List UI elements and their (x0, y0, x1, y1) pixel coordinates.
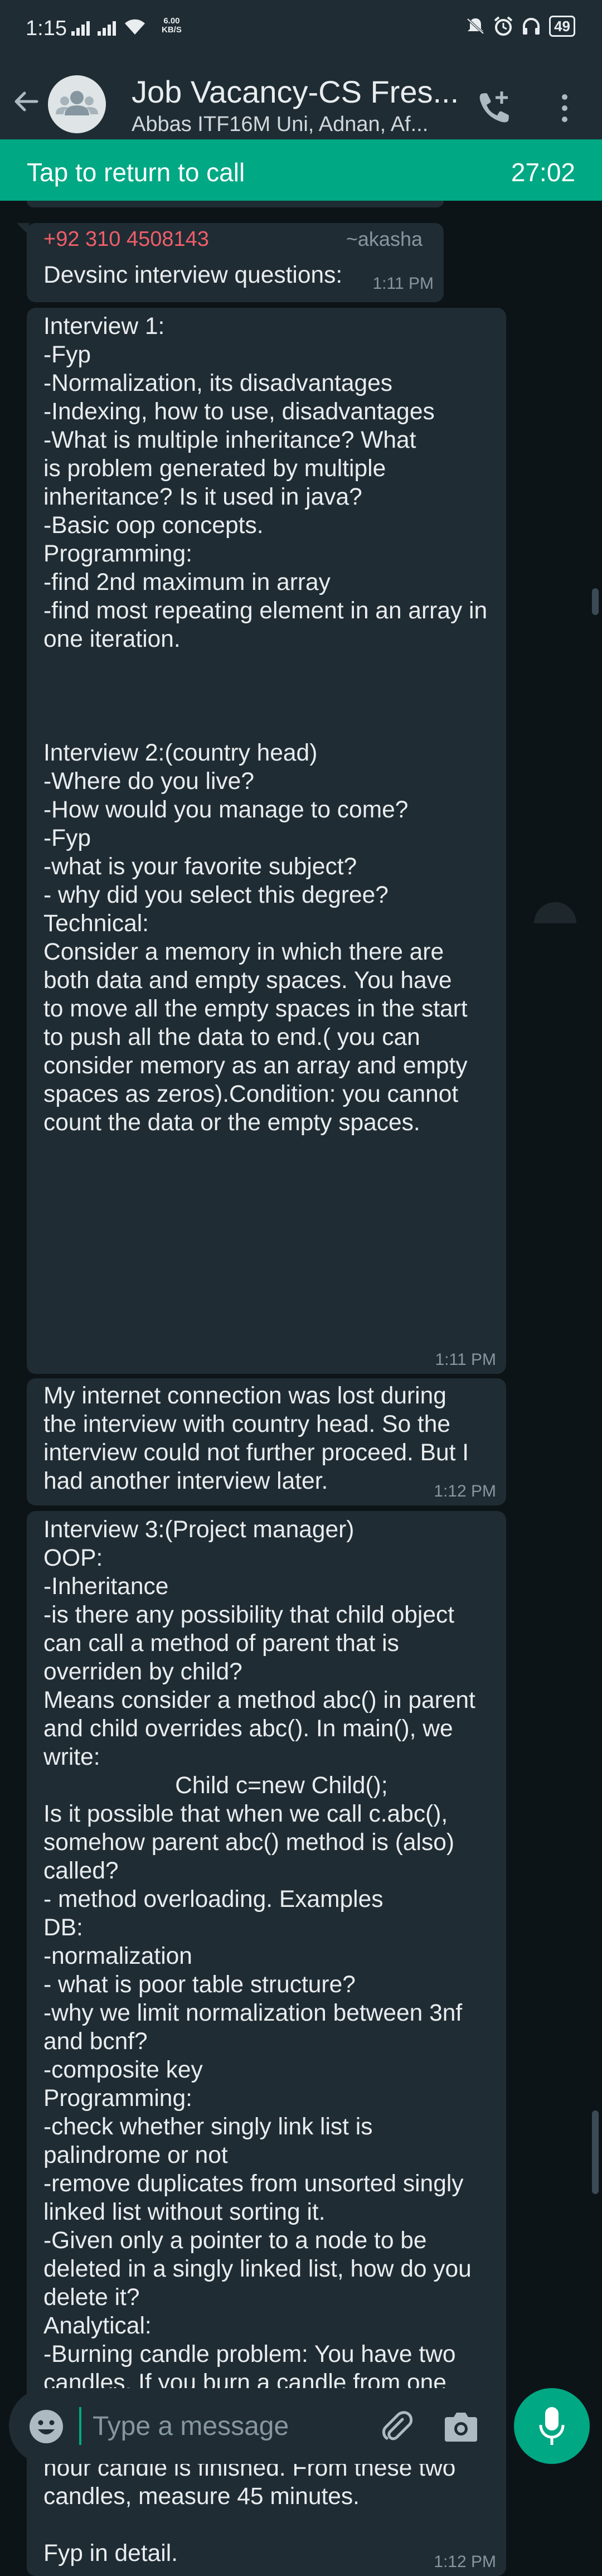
status-time: 1:15 (26, 17, 67, 40)
wifi-icon (125, 19, 145, 35)
network-speed: 6.00 KB/S (162, 17, 182, 35)
message-bubble[interactable]: My internet connection was lost during t… (27, 1378, 506, 1505)
alarm-icon (494, 16, 513, 36)
microphone-icon (539, 2407, 565, 2445)
signal-icon-2 (98, 19, 116, 36)
message-time: 1:12 PM (434, 2553, 496, 2571)
previous-message-edge (27, 201, 444, 207)
smiley-icon[interactable] (28, 2408, 65, 2445)
arrow-left-icon[interactable] (12, 88, 40, 115)
status-bar: 1:15 6.00 KB/S 49 (0, 0, 602, 62)
network-speed-value: 6.00 (163, 16, 180, 26)
vertical-dots-icon[interactable] (556, 91, 573, 125)
sender-alias: ~akasha (346, 227, 423, 250)
message-list[interactable]: +92 310 4508143 ~akasha Devsinc intervie… (0, 201, 602, 2576)
message-bubble[interactable]: +92 310 4508143 ~akasha Devsinc intervie… (17, 223, 444, 302)
network-speed-unit: KB/S (162, 25, 182, 35)
message-time: 1:11 PM (372, 274, 434, 293)
message-time: 1:12 PM (434, 1482, 496, 1500)
signal-icons (71, 18, 146, 36)
group-avatar[interactable] (48, 75, 106, 133)
signal-icon (71, 19, 90, 36)
scrollbar-thumb[interactable] (592, 588, 599, 615)
chat-header: Job Vacancy-CS Fres... Abbas ITF16M Uni,… (0, 62, 602, 139)
return-to-call-banner[interactable]: Tap to return to call 27:02 (0, 139, 602, 201)
group-participants[interactable]: Abbas ITF16M Uni, Adnan, Af... (132, 113, 455, 137)
paperclip-icon[interactable] (377, 2407, 416, 2446)
mute-notifications-icon (467, 18, 484, 35)
group-people-icon (56, 91, 98, 115)
headphones-icon (523, 18, 540, 35)
message-text: Interview 1: -Fyp -Normalization, its di… (43, 313, 488, 1136)
status-right-icons: 49 (465, 16, 575, 37)
group-title[interactable]: Job Vacancy-CS Fres... (132, 74, 466, 110)
phone-plus-icon[interactable] (476, 89, 513, 126)
sender-phone[interactable]: +92 310 4508143 (43, 227, 209, 251)
fast-scroll-handle[interactable] (592, 2110, 599, 2194)
message-text: My internet connection was lost during t… (43, 1383, 469, 1494)
message-bubble[interactable]: Interview 1: -Fyp -Normalization, its di… (27, 308, 506, 1374)
message-input[interactable] (79, 2407, 388, 2445)
return-to-call-label: Tap to return to call (27, 158, 245, 187)
bubble-tail (17, 223, 29, 235)
battery-icon: 49 (549, 16, 575, 37)
message-time: 1:11 PM (435, 1350, 497, 1369)
camera-icon[interactable] (441, 2408, 480, 2445)
voice-record-button[interactable] (514, 2388, 590, 2464)
message-composer (9, 2388, 505, 2464)
call-timer: 27:02 (511, 158, 575, 187)
message-text: Devsinc interview questions: (43, 262, 343, 288)
